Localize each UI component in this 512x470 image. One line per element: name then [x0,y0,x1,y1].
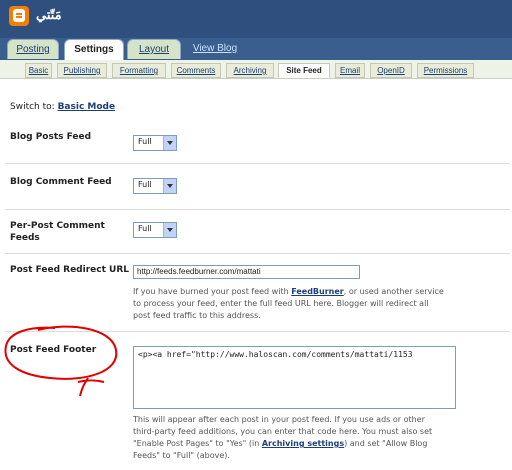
divider [5,163,510,164]
footer-help-line1: This will appear after each post in your… [133,415,425,424]
redirect-help-line3: post feed traffic to this address. [133,311,261,320]
blog-comment-feed-label: Blog Comment Feed [10,177,112,187]
subtab-formatting[interactable]: Formatting [112,63,166,78]
blog-posts-feed-select[interactable]: Full [133,135,177,151]
sub-tabs: Basic Publishing Formatting Comments Arc… [0,60,512,79]
blog-comment-feed-select[interactable]: Full [133,178,177,194]
blog-posts-feed-label: Blog Posts Feed [10,132,92,142]
chevron-down-icon [163,179,176,193]
footer-help-line3: "Enable Post Pages" to "Yes" (in Archivi… [133,438,463,450]
basic-mode-link[interactable]: Basic Mode [58,102,116,112]
blogger-header: مَتّتي [0,0,512,38]
footer-help-line4: Feeds" to "Full" (above). [133,451,230,460]
post-feed-footer-textarea[interactable]: <p><a href="http://www.haloscan.com/comm… [133,346,456,409]
post-feed-redirect-url-label: Post Feed Redirect URL [10,265,129,275]
per-post-comment-feeds-value: Full [138,224,152,233]
subtab-site-feed[interactable]: Site Feed [278,63,330,78]
archiving-settings-link[interactable]: Archiving settings [262,439,344,448]
main-tabs: Posting Settings Layout View Blog [0,38,512,61]
post-feed-redirect-url-input[interactable]: http://feeds.feedburner.com/mattati [133,265,360,279]
subtab-archiving[interactable]: Archiving [226,63,274,78]
subtab-comments[interactable]: Comments [171,63,221,78]
blog-posts-feed-value: Full [138,137,152,146]
view-blog-link[interactable]: View Blog [186,39,244,58]
subtab-permissions[interactable]: Permissions [417,63,474,78]
per-post-comment-feeds-select[interactable]: Full [133,222,177,238]
subtab-basic[interactable]: Basic [25,63,52,78]
per-post-label-line2: Feeds [10,233,40,243]
feedburner-link[interactable]: FeedBurner [291,287,344,296]
footer-help-line2: third-party feed additions, you can ente… [133,427,433,436]
redirect-help-text-b: , or used another service [343,287,444,296]
chevron-down-icon [163,223,176,237]
blog-title: مَتّتي [36,8,62,23]
subtab-email[interactable]: Email [335,63,365,78]
per-post-comment-feeds-label: Per-Post Comment Feeds [10,220,120,244]
subtab-openid[interactable]: OpenID [370,63,412,78]
redirect-help-text-a: If you have burned your post feed with [133,287,292,296]
redirect-help-text: If you have burned your post feed with F… [133,286,463,322]
tab-layout[interactable]: Layout [127,39,181,59]
footer-help-text: This will appear after each post in your… [133,414,463,462]
tab-posting[interactable]: Posting [7,39,59,59]
footer-help-text-b: ) and set "Allow Blog [344,439,428,448]
divider [5,253,510,254]
tab-settings[interactable]: Settings [64,39,124,61]
redirect-help-line2: to process your feed, enter the full fee… [133,299,429,308]
subtab-publishing[interactable]: Publishing [57,63,107,78]
footer-help-text-a: "Enable Post Pages" to "Yes" (in [133,439,262,448]
chevron-down-icon [163,136,176,150]
blog-comment-feed-value: Full [138,180,152,189]
switch-mode: Switch to: Basic Mode [10,102,115,112]
red-circle-annotation [4,325,118,397]
blogger-logo-icon[interactable] [9,6,29,26]
per-post-label-line1: Per-Post Comment [10,221,105,231]
switch-prefix: Switch to: [10,102,55,112]
divider [5,209,510,210]
redirect-help-line1: If you have burned your post feed with F… [133,286,463,298]
